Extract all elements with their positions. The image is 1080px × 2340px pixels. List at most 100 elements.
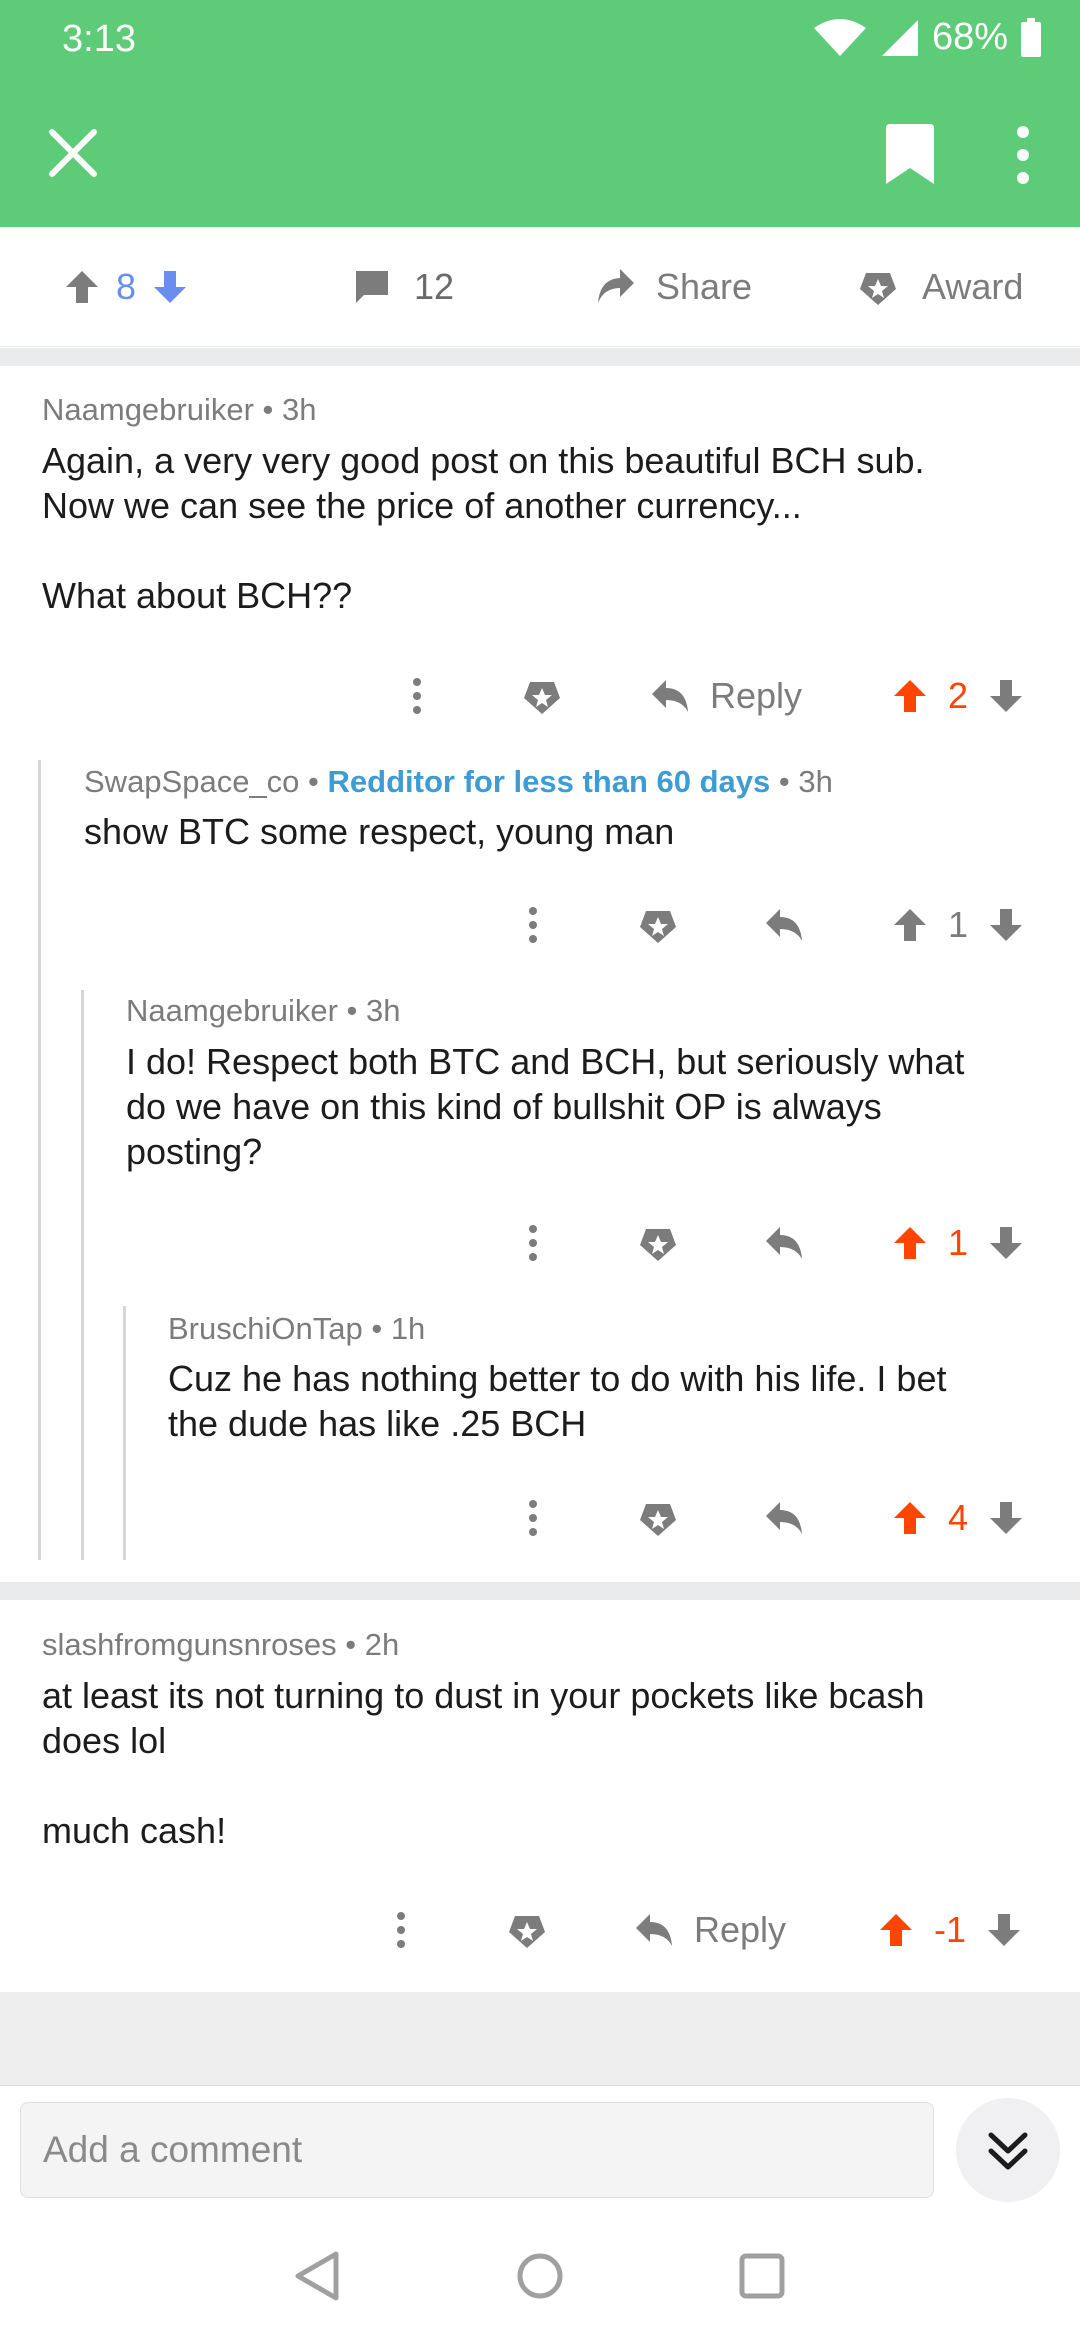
comment-author[interactable]: slashfromgunsnroses bbox=[42, 1627, 337, 1662]
reply-button[interactable]: Reply bbox=[634, 1900, 786, 1960]
battery-icon bbox=[1021, 17, 1041, 57]
award-button[interactable] bbox=[638, 1213, 678, 1273]
comment-author[interactable]: Naamgebruiker bbox=[42, 392, 254, 427]
section-divider bbox=[0, 348, 1080, 366]
comment-meta: slashfromgunsnroses • 2h bbox=[42, 1627, 400, 1662]
upvote-icon[interactable] bbox=[890, 1223, 930, 1263]
comment-line bbox=[42, 528, 925, 573]
more-options-button[interactable] bbox=[400, 666, 434, 726]
award-icon bbox=[524, 682, 560, 714]
award-button[interactable] bbox=[507, 1900, 547, 1960]
comment-author[interactable]: SwapSpace_co bbox=[84, 764, 299, 799]
award-button[interactable] bbox=[638, 1488, 678, 1548]
reply-label: Reply bbox=[694, 1909, 787, 1950]
comment-score: 1 bbox=[948, 1222, 969, 1263]
upvote-icon[interactable] bbox=[876, 1910, 916, 1950]
new-redditor-badge: Redditor for less than 60 days bbox=[327, 764, 771, 799]
app-bar: 3:13 68% bbox=[0, 0, 1080, 227]
downvote-icon[interactable] bbox=[984, 1910, 1024, 1950]
reply-button[interactable]: Reply bbox=[650, 666, 802, 726]
upvote-icon[interactable] bbox=[890, 1498, 930, 1538]
bookmark-icon[interactable] bbox=[882, 124, 938, 186]
reply-icon bbox=[766, 1502, 802, 1534]
close-icon[interactable] bbox=[46, 126, 100, 180]
comment-meta: Naamgebruiker • 3h bbox=[42, 392, 317, 427]
comments-count: 12 bbox=[414, 266, 455, 307]
double-chevron-down-icon bbox=[988, 2132, 1028, 2170]
reply-icon bbox=[652, 680, 688, 712]
comment-body: Cuz he has nothing better to do with his… bbox=[168, 1356, 946, 1446]
comment-line: Again, a very very good post on this bea… bbox=[42, 440, 925, 481]
recents-icon[interactable] bbox=[732, 2246, 792, 2306]
award-icon bbox=[860, 273, 896, 305]
reply-icon bbox=[636, 1914, 672, 1946]
comment-score: 4 bbox=[948, 1497, 969, 1538]
more-options-button[interactable] bbox=[384, 1900, 418, 1960]
upvote-icon[interactable] bbox=[62, 267, 102, 307]
home-icon[interactable] bbox=[510, 2246, 570, 2306]
downvote-icon[interactable] bbox=[150, 267, 190, 307]
comment-age: 3h bbox=[366, 993, 401, 1028]
reply-button[interactable] bbox=[764, 1488, 804, 1548]
comment-score: 2 bbox=[948, 675, 969, 716]
upvote-icon[interactable] bbox=[890, 676, 930, 716]
comment-body: I do! Respect both BTC and BCH, but seri… bbox=[126, 1039, 964, 1174]
more-options-icon bbox=[529, 907, 537, 943]
comment-score: -1 bbox=[934, 1909, 967, 1950]
comment-vote-controls: 4 bbox=[890, 1488, 1026, 1548]
comment-actions: 1 bbox=[0, 1213, 1080, 1273]
post-action-bar: 8 12 Share Award bbox=[0, 227, 1080, 347]
reply-icon bbox=[766, 1227, 802, 1259]
signal-icon bbox=[881, 19, 918, 56]
comment-vote-controls: 1 bbox=[890, 1213, 1026, 1273]
reply-button[interactable] bbox=[764, 1213, 804, 1273]
upvote-icon[interactable] bbox=[890, 905, 930, 945]
downvote-icon[interactable] bbox=[986, 905, 1026, 945]
comment-line: show BTC some respect, young man bbox=[84, 811, 675, 852]
next-comment-button[interactable] bbox=[956, 2098, 1060, 2202]
comment-author[interactable]: BruschiOnTap bbox=[168, 1311, 363, 1346]
award-button[interactable] bbox=[522, 666, 562, 726]
downvote-icon[interactable] bbox=[986, 1223, 1026, 1263]
more-options-button[interactable] bbox=[516, 895, 550, 955]
comment-vote-controls: 2 bbox=[890, 666, 1026, 726]
back-icon[interactable] bbox=[290, 2246, 350, 2306]
share-button[interactable]: Share bbox=[594, 227, 752, 347]
more-options-icon[interactable] bbox=[1006, 124, 1040, 186]
award-button[interactable]: Award bbox=[858, 227, 1023, 347]
wifi-icon bbox=[813, 18, 866, 56]
comment-line: I do! Respect both BTC and BCH, but seri… bbox=[126, 1041, 965, 1082]
comment-line: the dude has like .25 BCH bbox=[168, 1403, 587, 1444]
comment-body: show BTC some respect, young man bbox=[84, 809, 674, 854]
award-button[interactable] bbox=[638, 895, 678, 955]
thread-line bbox=[38, 760, 41, 1560]
comment-actions: 4 bbox=[0, 1488, 1080, 1548]
system-nav-bar bbox=[0, 2214, 1080, 2340]
comment-meta: Naamgebruiker • 3h bbox=[126, 993, 401, 1028]
comment-author[interactable]: Naamgebruiker bbox=[126, 993, 338, 1028]
comment-bubble-icon bbox=[356, 271, 388, 303]
reply-button[interactable] bbox=[764, 895, 804, 955]
status-time: 3:13 bbox=[62, 18, 136, 60]
add-comment-input[interactable]: Add a comment bbox=[20, 2102, 934, 2198]
comment-age: 3h bbox=[282, 392, 317, 427]
comment-body: Again, a very very good post on this bea… bbox=[42, 438, 925, 618]
comment-vote-controls: -1 bbox=[876, 1900, 1024, 1960]
comment-age: 1h bbox=[390, 1311, 426, 1346]
downvote-icon[interactable] bbox=[986, 676, 1026, 716]
reply-icon bbox=[766, 909, 802, 941]
post-vote-controls: 8 bbox=[62, 227, 190, 347]
downvote-icon[interactable] bbox=[986, 1498, 1026, 1538]
comments-count-button[interactable]: 12 bbox=[352, 227, 454, 347]
award-label: Award bbox=[922, 266, 1024, 307]
share-icon bbox=[598, 269, 634, 303]
more-options-icon bbox=[413, 678, 421, 714]
comment-line: much cash! bbox=[42, 1810, 227, 1851]
comment-vote-controls: 1 bbox=[890, 895, 1026, 955]
comment-body: at least its not turning to dust in your… bbox=[42, 1673, 924, 1853]
comment-line: does lol bbox=[42, 1720, 167, 1761]
comment-line: Now we can see the price of another curr… bbox=[42, 485, 802, 526]
comment-age: 3h bbox=[798, 764, 833, 799]
more-options-button[interactable] bbox=[516, 1213, 550, 1273]
more-options-button[interactable] bbox=[516, 1488, 550, 1548]
